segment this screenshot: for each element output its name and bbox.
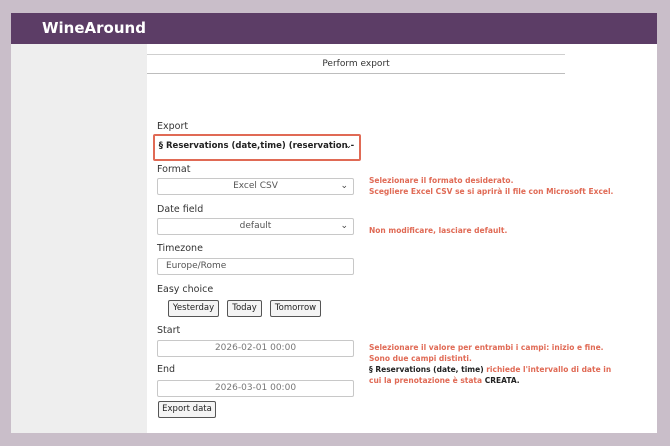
range-note-created: CREATA. [484, 376, 520, 385]
date-field-select-value: default [239, 221, 272, 231]
format-label: Format [157, 164, 191, 175]
top-bar: WineAround [11, 13, 657, 44]
tomorrow-button[interactable]: Tomorrow [270, 300, 321, 317]
end-input[interactable]: 2026-03-01 00:00 [157, 380, 354, 397]
easy-choice-label: Easy choice [157, 284, 214, 295]
app-window: WineAround Perform export Export § Reser… [11, 13, 657, 433]
range-note-line1: Selezionare il valore per entrambi i cam… [369, 343, 604, 352]
app-title[interactable]: WineAround [42, 19, 146, 37]
format-note-line1: Selezionare il formato desiderato. [369, 176, 514, 185]
format-note-line2: Scegliere Excel CSV se si aprirà il file… [369, 187, 614, 196]
range-note-line4-text: cui la prenotazione è stata [369, 376, 485, 385]
start-label: Start [157, 325, 181, 336]
range-note-line3: § Reservations (date, time) richiede l'i… [369, 364, 611, 375]
export-label: Export [157, 121, 189, 132]
export-select[interactable]: § Reservations (date,time) (reservation … [158, 139, 355, 156]
chevron-down-icon: ⌄ [340, 221, 348, 231]
date-field-select[interactable]: default ⌄ [157, 218, 354, 235]
export-panel: Perform export Export § Reservations (da… [147, 44, 657, 433]
start-input[interactable]: 2026-02-01 00:00 [157, 340, 354, 357]
format-select-value: Excel CSV [233, 181, 278, 191]
end-label: End [157, 364, 176, 375]
range-note-line4: cui la prenotazione è stata CREATA. [369, 375, 611, 386]
format-select[interactable]: Excel CSV ⌄ [157, 178, 354, 195]
chevron-down-icon: ⌄ [344, 141, 352, 151]
range-note-export-name: § Reservations (date, time) [369, 365, 484, 374]
yesterday-button[interactable]: Yesterday [168, 300, 219, 317]
range-note-line3-text: richiede l'intervallo di date in [483, 365, 612, 374]
date-field-label: Date field [157, 204, 204, 215]
chevron-down-icon: ⌄ [340, 181, 348, 191]
page-title: Perform export [147, 54, 565, 74]
export-data-button[interactable]: Export data [158, 401, 216, 418]
timezone-label: Timezone [157, 243, 203, 254]
date-field-annotation: Non modificare, lasciare default. [369, 226, 508, 235]
today-button[interactable]: Today [227, 300, 262, 317]
format-annotation: Selezionare il formato desiderato. Scegl… [369, 175, 613, 197]
export-select-value: § Reservations (date,time) (reservation … [158, 141, 355, 151]
range-annotation: Selezionare il valore per entrambi i cam… [369, 342, 611, 386]
timezone-input[interactable]: Europe/Rome [157, 258, 354, 275]
range-note-line2: Sono due campi distinti. [369, 354, 472, 363]
